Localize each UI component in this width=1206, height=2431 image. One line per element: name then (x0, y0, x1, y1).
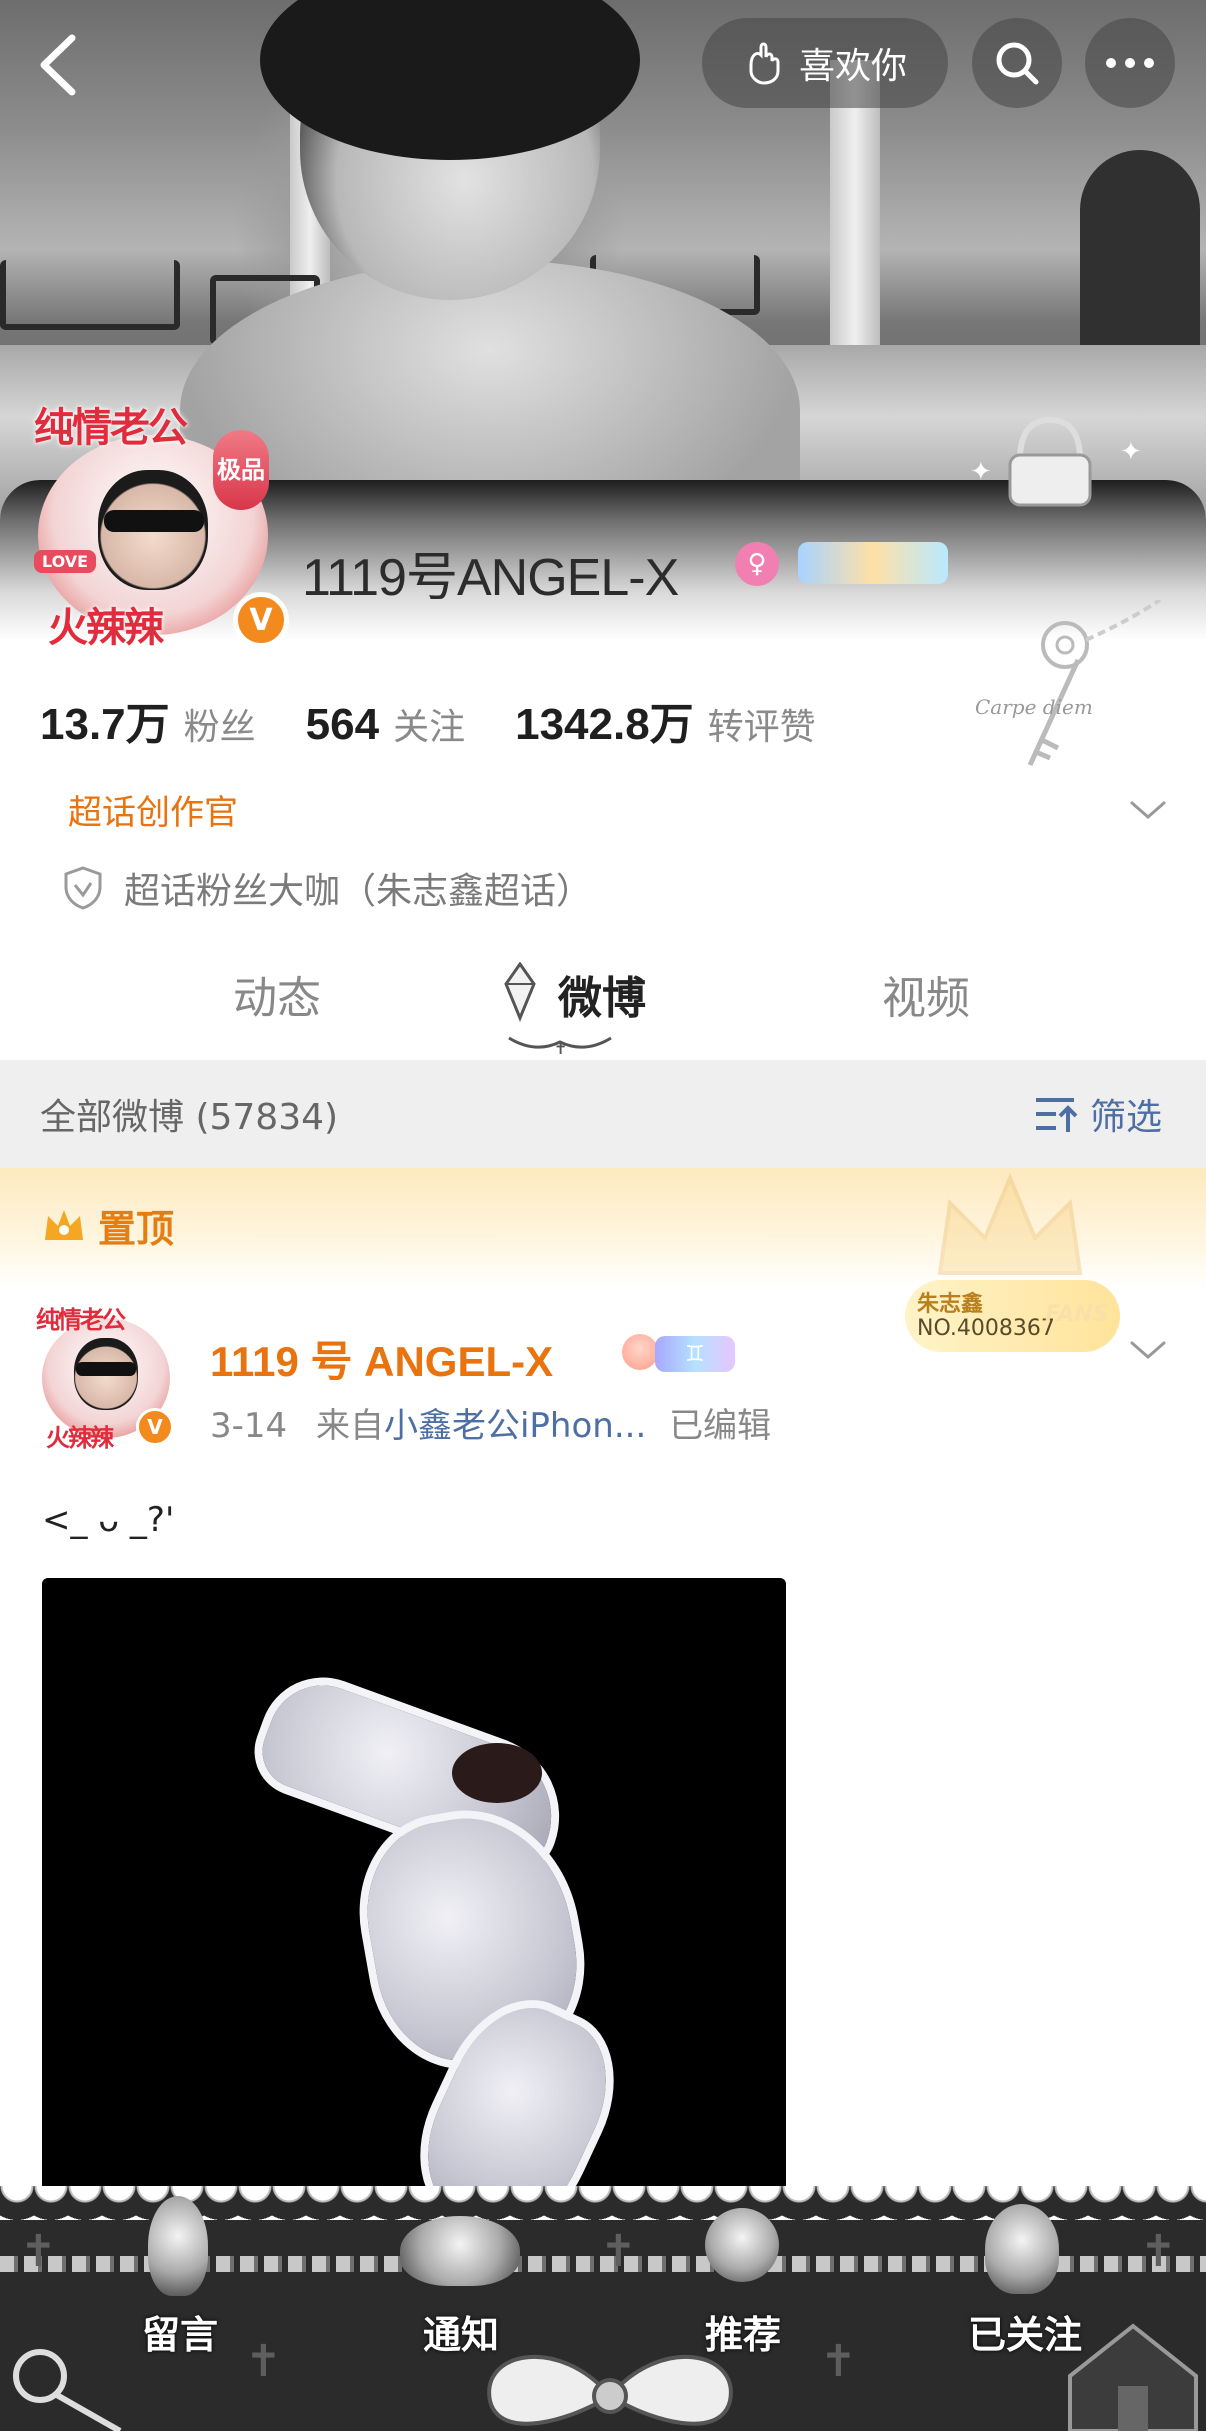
pinned-header: 置顶 (0, 1168, 1206, 1288)
avatar-frame-badge: 极品 (213, 430, 269, 510)
keys-decoration-icon (13, 2349, 122, 2431)
fans-card[interactable]: 朱志鑫 NO.4008367 FANS (905, 1280, 1120, 1352)
stat-label: 关注 (393, 707, 466, 748)
like-you-button[interactable]: 喜欢你 (702, 18, 948, 108)
profile-stats: 13.7万 粉丝 564 关注 1342.8万 转评赞 (40, 688, 866, 752)
filter-sort-icon (1035, 1098, 1078, 1132)
profile-avatar[interactable]: 纯情老公 极品 LOVE 火辣辣 V (28, 395, 289, 651)
like-you-label: 喜欢你 (798, 46, 907, 87)
figure-hair (452, 1743, 542, 1803)
verified-badge-icon: V (233, 592, 289, 648)
svg-text:✦: ✦ (1120, 437, 1142, 467)
chain-underline-icon: ✝ (508, 1036, 612, 1058)
svg-text:✦: ✦ (970, 457, 992, 487)
stat-followers[interactable]: 13.7万 粉丝 (40, 688, 256, 752)
stat-label: 粉丝 (183, 707, 256, 748)
all-posts-count: 全部微博 (57834) (40, 1097, 339, 1138)
more-dots-icon (1106, 58, 1154, 68)
goblet-ornament-icon (148, 2196, 208, 2296)
lock-decoration-icon: ✦ ✦ (970, 416, 1142, 507)
profile-tabs: 动态 微博 ✝ 视频 (0, 950, 1206, 1060)
filter-label: 筛选 (1089, 1097, 1162, 1138)
stat-number: 13.7万 (40, 700, 170, 749)
chevron-down-icon[interactable] (1128, 1335, 1168, 1365)
verified-badge-icon: V (136, 1408, 174, 1446)
key-decoration-icon (1027, 600, 1162, 767)
more-button[interactable] (1085, 18, 1175, 108)
girl-emoji-icon (622, 1334, 658, 1370)
search-button[interactable] (972, 18, 1062, 108)
heart-ornament-icon (400, 2216, 520, 2286)
house-decoration-icon (1068, 2323, 1198, 2431)
filter-button[interactable]: 筛选 (1034, 1088, 1162, 1140)
avatar-frame-top-text: 纯情老公 (34, 404, 188, 451)
post-author-name[interactable]: 1119 号 ANGEL-X (210, 1328, 553, 1389)
post-edited: 已编辑 (669, 1406, 772, 1446)
post-text: <_ ᴗ _?' (42, 1500, 175, 1540)
crown-icon (45, 1209, 83, 1240)
bottom-action-bar: ✝ ✝ ✝ ✝ ✝ 留言 通知 推荐 已关注 (0, 2186, 1206, 2431)
tab-video[interactable]: 视频 (882, 962, 970, 1026)
stat-number: 564 (305, 700, 380, 749)
carpe-diem-decoration: Carpe diem (975, 695, 1093, 719)
clover-ornament-icon (705, 2208, 779, 2282)
hand-heart-icon (749, 42, 780, 85)
search-icon (996, 42, 1039, 85)
post-image[interactable] (42, 1578, 786, 2198)
fan-title-text: 超话粉丝大咖（朱志鑫超话） (124, 871, 593, 912)
fan-title-row[interactable]: 超话粉丝大咖（朱志鑫超话） (62, 862, 592, 914)
svg-text:✝: ✝ (554, 1039, 567, 1058)
stat-label: 转评赞 (707, 707, 816, 748)
lounge-chair (0, 260, 180, 330)
fans-card-number: NO.4008367 (917, 1316, 1055, 1341)
avatar-love-tag: LOVE (34, 550, 97, 573)
pinned-label: 置顶 (98, 1207, 175, 1251)
stat-following[interactable]: 564 关注 (306, 698, 465, 750)
tab-weibo[interactable]: 微博 (558, 962, 646, 1026)
post-from-prefix: 来自 (315, 1406, 384, 1446)
post-author-avatar[interactable]: 纯情老公 火辣辣 V (36, 1300, 176, 1452)
avatar-frame-bottom-text: 火辣辣 (46, 1423, 114, 1452)
post-meta: 3-14 来自小鑫老公iPhon... 已编辑 (210, 1398, 771, 1447)
gemini-badge: ♊ (655, 1336, 735, 1372)
female-gender-icon: ♀ (735, 542, 779, 586)
post-filter-bar: 全部微博 (57834) 筛选 (0, 1060, 1206, 1168)
avatar-frame-bottom-text: 火辣辣 (48, 604, 164, 651)
back-button[interactable] (30, 30, 90, 100)
post-date: 3-14 (210, 1406, 288, 1446)
profile-username: 1119号ANGEL-X (302, 549, 679, 607)
stat-interactions[interactable]: 1342.8万 转评赞 (515, 688, 816, 752)
mirror-ornament-icon (985, 2204, 1059, 2294)
user-medal-badge[interactable] (798, 542, 948, 584)
chevron-left-icon (40, 34, 76, 96)
background-arch (1080, 150, 1200, 350)
pinned-label-row: 置顶 (42, 1198, 174, 1253)
creator-badge[interactable]: 超话创作官 (68, 785, 238, 834)
chevron-down-icon[interactable] (1128, 795, 1168, 825)
bow-decoration-icon (487, 2354, 733, 2426)
shield-check-icon (64, 866, 102, 910)
avatar-frame-top-text: 纯情老公 (36, 1305, 126, 1334)
tab-activity[interactable]: 动态 (233, 962, 321, 1026)
fans-card-tag: FANS (1045, 1302, 1109, 1327)
fans-card-name: 朱志鑫 (917, 1292, 984, 1317)
stat-number: 1342.8万 (515, 700, 694, 749)
post-source[interactable]: 小鑫老公iPhon... (384, 1406, 646, 1446)
nav-message[interactable]: 留言 (142, 2304, 218, 2359)
gem-pendant-icon (504, 962, 536, 1022)
